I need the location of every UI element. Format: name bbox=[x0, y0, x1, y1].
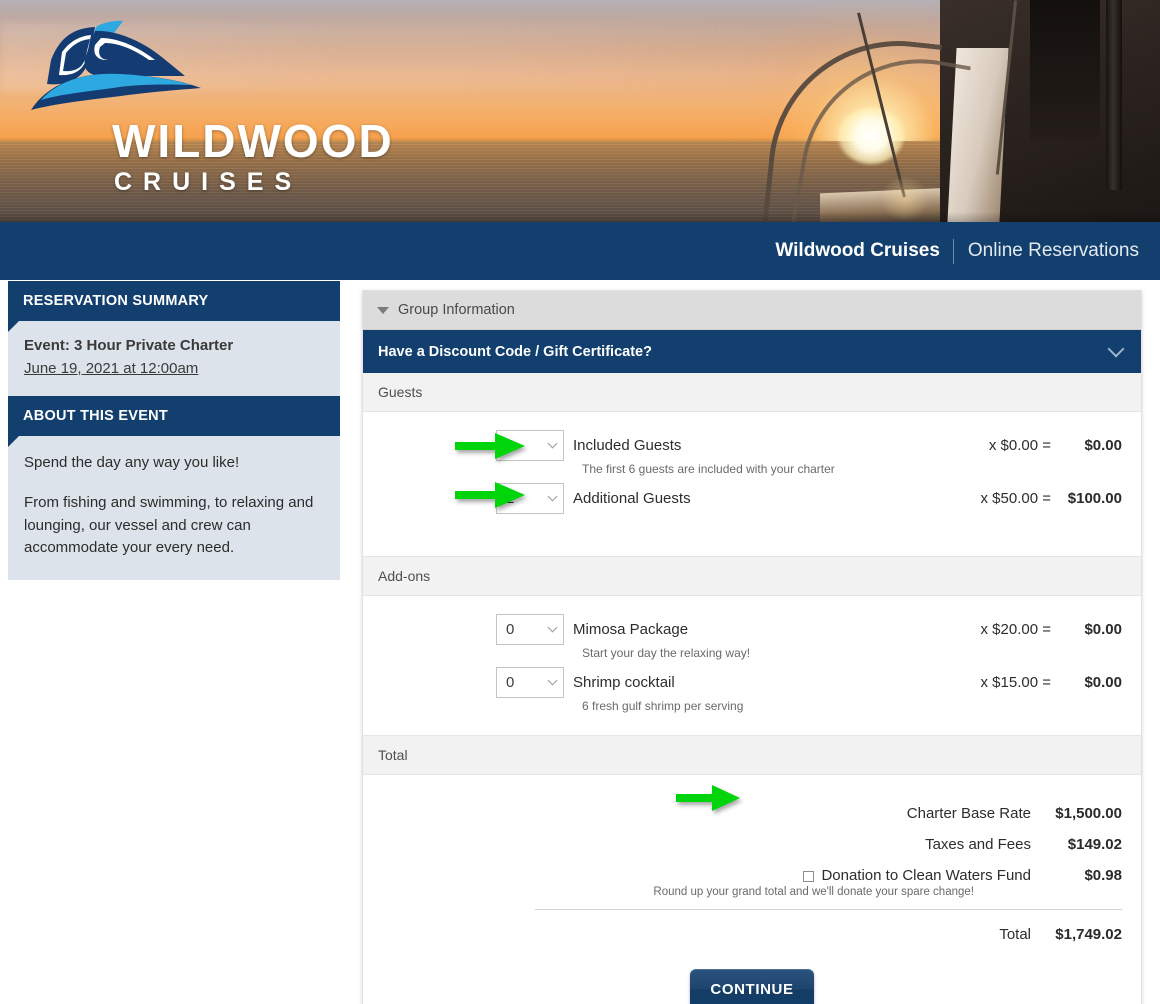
shrimp-cocktail-total: $0.00 bbox=[1084, 674, 1122, 691]
mimosa-package-description: Start your day the relaxing way! bbox=[582, 646, 751, 660]
donation-value: $0.98 bbox=[1084, 867, 1122, 884]
grand-total-row: Total $1,749.02 bbox=[363, 926, 1141, 943]
guests-section-body: 6 Included Guests x $0.00 = $0.00 The fi… bbox=[363, 412, 1141, 556]
hero-banner: WILDWOOD CRUISES bbox=[0, 0, 1160, 222]
yacht-logo-icon bbox=[25, 18, 225, 128]
total-section-body: Charter Base Rate $1,500.00 Taxes and Fe… bbox=[363, 775, 1141, 1004]
boat-mast bbox=[1106, 0, 1122, 190]
chevron-down-icon bbox=[547, 675, 558, 686]
additional-guests-qty-cell: 2 bbox=[363, 483, 573, 514]
wildwood-cruises-logo: WILDWOOD CRUISES bbox=[20, 18, 392, 203]
continue-button[interactable]: CONTINUE bbox=[690, 969, 814, 1004]
additional-guests-select[interactable]: 2 bbox=[496, 483, 564, 514]
navbar-subtitle: Online Reservations bbox=[967, 240, 1139, 261]
summary-event-name: Event: 3 Hour Private Charter bbox=[24, 337, 234, 354]
donation-row: Donation to Clean Waters Fund $0.98 bbox=[363, 867, 1141, 884]
about-paragraph: From fishing and swimming, to relaxing a… bbox=[24, 493, 314, 557]
guest-row: 6 Included Guests x $0.00 = $0.00 bbox=[363, 430, 1141, 461]
discount-code-bar[interactable]: Have a Discount Code / Gift Certificate? bbox=[363, 330, 1141, 373]
mimosa-package-label: Mimosa Package bbox=[573, 621, 689, 638]
reservation-summary-header: RESERVATION SUMMARY bbox=[8, 281, 340, 332]
sidebar: RESERVATION SUMMARY Event: 3 Hour Privat… bbox=[8, 281, 340, 581]
reservation-summary-title: RESERVATION SUMMARY bbox=[23, 293, 209, 309]
summary-event-date[interactable]: June 19, 2021 at 12:00am bbox=[24, 358, 324, 381]
mimosa-package-select[interactable]: 0 bbox=[496, 614, 564, 645]
charter-base-rate-value: $1,500.00 bbox=[1055, 805, 1122, 822]
about-paragraph: Spend the day any way you like! bbox=[24, 454, 240, 471]
taxes-and-fees-label: Taxes and Fees bbox=[925, 836, 1031, 853]
grand-total-value: $1,749.02 bbox=[1055, 926, 1122, 943]
additional-guests-qty-value: 2 bbox=[506, 490, 515, 507]
included-guests-total: $0.00 bbox=[1084, 437, 1122, 454]
caret-down-icon bbox=[377, 306, 389, 314]
included-guests-label: Included Guests bbox=[573, 437, 682, 454]
chevron-down-icon bbox=[547, 438, 558, 449]
addon-row: 0 Mimosa Package x $20.00 = $0.00 bbox=[363, 614, 1141, 645]
donation-label-wrap: Donation to Clean Waters Fund bbox=[803, 867, 1031, 884]
reservation-page: WILDWOOD CRUISES Wildwood Cruises Online… bbox=[0, 0, 1160, 1004]
included-guests-select[interactable]: 6 bbox=[496, 430, 564, 461]
additional-guests-label: Additional Guests bbox=[573, 490, 691, 507]
taxes-and-fees-value: $149.02 bbox=[1067, 836, 1122, 853]
shrimp-cocktail-label: Shrimp cocktail bbox=[573, 674, 675, 691]
charter-base-rate-row: Charter Base Rate $1,500.00 bbox=[363, 805, 1141, 822]
addons-section-heading: Add-ons bbox=[363, 556, 1141, 596]
total-section-heading: Total bbox=[363, 735, 1141, 775]
taxes-and-fees-row: Taxes and Fees $149.02 bbox=[363, 836, 1141, 853]
group-information-label: Group Information bbox=[398, 302, 515, 318]
mimosa-qty-value: 0 bbox=[506, 621, 515, 638]
included-guests-multiplier: x $0.00 = bbox=[988, 437, 1051, 454]
about-this-event-body: Spend the day any way you like! From fis… bbox=[8, 436, 340, 581]
navbar-brand: Wildwood Cruises bbox=[775, 240, 940, 261]
shrimp-cocktail-multiplier: x $15.00 = bbox=[980, 674, 1051, 691]
panel-notch bbox=[8, 321, 19, 332]
donation-label: Donation to Clean Waters Fund bbox=[821, 867, 1031, 884]
about-this-event-header: ABOUT THIS EVENT bbox=[8, 396, 340, 447]
chevron-down-icon bbox=[547, 622, 558, 633]
mimosa-qty-cell: 0 bbox=[363, 614, 573, 645]
shrimp-cocktail-select[interactable]: 0 bbox=[496, 667, 564, 698]
guest-row: 2 Additional Guests x $50.00 = $100.00 bbox=[363, 483, 1141, 514]
logo-subtext: CRUISES bbox=[114, 168, 303, 196]
group-information-bar[interactable]: Group Information bbox=[363, 291, 1141, 330]
mimosa-package-total: $0.00 bbox=[1084, 621, 1122, 638]
addon-row: 0 Shrimp cocktail x $15.00 = $0.00 bbox=[363, 667, 1141, 698]
included-guests-qty-value: 6 bbox=[506, 437, 515, 454]
mimosa-package-multiplier: x $20.00 = bbox=[980, 621, 1051, 638]
shrimp-qty-value: 0 bbox=[506, 674, 515, 691]
grand-total-label: Total bbox=[999, 926, 1031, 943]
charter-base-rate-label: Charter Base Rate bbox=[906, 805, 1031, 822]
chevron-down-icon bbox=[547, 491, 558, 502]
additional-guests-total: $100.00 bbox=[1067, 490, 1122, 507]
guests-section-heading: Guests bbox=[363, 373, 1141, 412]
donation-note: Round up your grand total and we'll dona… bbox=[653, 886, 974, 898]
logo-wordmark: WILDWOOD bbox=[112, 115, 394, 167]
donation-checkbox[interactable] bbox=[803, 870, 815, 882]
discount-code-label: Have a Discount Code / Gift Certificate? bbox=[378, 343, 652, 360]
panel-notch bbox=[8, 436, 19, 447]
additional-guests-multiplier: x $50.00 = bbox=[980, 490, 1051, 507]
shrimp-qty-cell: 0 bbox=[363, 667, 573, 698]
reservation-summary-body: Event: 3 Hour Private Charter June 19, 2… bbox=[8, 321, 340, 396]
about-this-event-title: ABOUT THIS EVENT bbox=[23, 408, 168, 424]
hero-bottom-fade bbox=[0, 212, 1160, 222]
chevron-down-icon bbox=[1107, 340, 1125, 358]
included-guests-description: The first 6 guests are included with you… bbox=[582, 462, 835, 476]
included-guests-qty-cell: 6 bbox=[363, 430, 573, 461]
boat-cabin bbox=[1030, 0, 1100, 140]
continue-button-wrap: CONTINUE bbox=[363, 943, 1141, 1004]
site-navbar: Wildwood Cruises Online Reservations bbox=[0, 222, 1160, 280]
addons-section-body: 0 Mimosa Package x $20.00 = $0.00 Start … bbox=[363, 596, 1141, 735]
shrimp-cocktail-description: 6 fresh gulf shrimp per serving bbox=[582, 699, 744, 713]
reservation-form-card: Group Information Have a Discount Code /… bbox=[362, 290, 1142, 1004]
